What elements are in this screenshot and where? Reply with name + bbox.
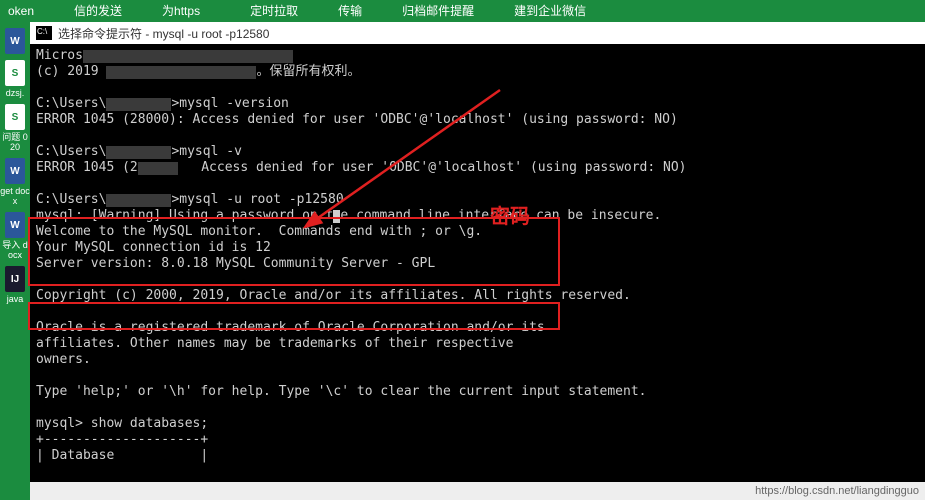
t: C:\Users\ bbox=[36, 96, 106, 111]
cmd-icon bbox=[36, 26, 52, 40]
redaction-block bbox=[106, 194, 171, 207]
tab-timed-pull[interactable]: 定时拉取 bbox=[230, 0, 318, 22]
file-icon[interactable]: W bbox=[5, 28, 25, 54]
t: | Database | bbox=[36, 448, 208, 463]
t: Type 'help;' or '\h' for help. Type '\c'… bbox=[36, 384, 646, 399]
tab-oken[interactable]: oken bbox=[4, 0, 54, 22]
tab-https[interactable]: 为https bbox=[142, 0, 220, 22]
file-label: 问题 020 bbox=[0, 132, 30, 152]
cmd-terminal[interactable]: Micros (c) 2019 。保留所有权利。 C:\Users\ >mysql… bbox=[30, 44, 925, 482]
tab-send[interactable]: 信的发送 bbox=[54, 0, 142, 22]
t: Your MySQL connection id is 12 bbox=[36, 240, 271, 255]
redaction-block bbox=[106, 66, 256, 79]
t: (c) 2019 bbox=[36, 64, 106, 79]
t: mysql> show databases; bbox=[36, 416, 208, 431]
t: ERROR 1045 (2 bbox=[36, 160, 138, 175]
file-label: dzsj. bbox=[0, 88, 30, 98]
t: +--------------------+ bbox=[36, 432, 208, 447]
t: e command line interface can be insecure… bbox=[340, 208, 661, 223]
file-icon[interactable]: W bbox=[5, 212, 25, 238]
t: C:\Users\ bbox=[36, 144, 106, 159]
file-label: 导入 docx bbox=[0, 240, 30, 260]
file-icon[interactable]: S bbox=[5, 60, 25, 86]
redaction-block bbox=[106, 98, 171, 111]
t: Oracle is a registered trademark of Orac… bbox=[36, 320, 545, 335]
t: Access denied for user 'ODBC'@'localhost… bbox=[178, 160, 687, 175]
redaction-block bbox=[106, 146, 171, 159]
t: >mysql -version bbox=[171, 96, 288, 111]
redaction-block bbox=[83, 50, 293, 63]
t: >mysql -u root -p12580 bbox=[171, 192, 343, 207]
file-icon[interactable]: IJ bbox=[5, 266, 25, 292]
t: owners. bbox=[36, 352, 91, 367]
t: >mysql -v bbox=[171, 144, 241, 159]
t: Welcome to the MySQL monitor. Commands e… bbox=[36, 224, 482, 239]
desktop-file-column: W S dzsj. S 问题 020 W get docx W 导入 docx … bbox=[0, 22, 30, 500]
t: Server version: 8.0.18 MySQL Community S… bbox=[36, 256, 435, 271]
t: affiliates. Other names may be trademark… bbox=[36, 336, 513, 351]
file-label: get docx bbox=[0, 186, 30, 206]
browser-tabs-bar: oken 信的发送 为https 定时拉取 传输 归档邮件提醒 建到企业微信 bbox=[0, 0, 925, 22]
t: C:\Users\ bbox=[36, 192, 106, 207]
cmd-title-text: 选择命令提示符 - mysql -u root -p12580 bbox=[58, 25, 269, 42]
redaction-block bbox=[138, 162, 178, 175]
cmd-title-bar[interactable]: 选择命令提示符 - mysql -u root -p12580 bbox=[30, 22, 925, 44]
watermark: https://blog.csdn.net/liangdingguo bbox=[30, 482, 919, 500]
file-icon[interactable]: W bbox=[5, 158, 25, 184]
t: mysql: [Warning] Using a password on t bbox=[36, 208, 333, 223]
file-label: java bbox=[0, 294, 30, 304]
file-icon[interactable]: S bbox=[5, 104, 25, 130]
t: Copyright (c) 2000, 2019, Oracle and/or … bbox=[36, 288, 631, 303]
t: Micros bbox=[36, 48, 83, 63]
tab-archive-mail[interactable]: 归档邮件提醒 bbox=[382, 0, 494, 22]
tab-wechat[interactable]: 建到企业微信 bbox=[494, 0, 606, 22]
t: ERROR 1045 (28000): Access denied for us… bbox=[36, 112, 678, 127]
t: 。保留所有权利。 bbox=[256, 64, 360, 79]
tab-transfer[interactable]: 传输 bbox=[318, 0, 382, 22]
